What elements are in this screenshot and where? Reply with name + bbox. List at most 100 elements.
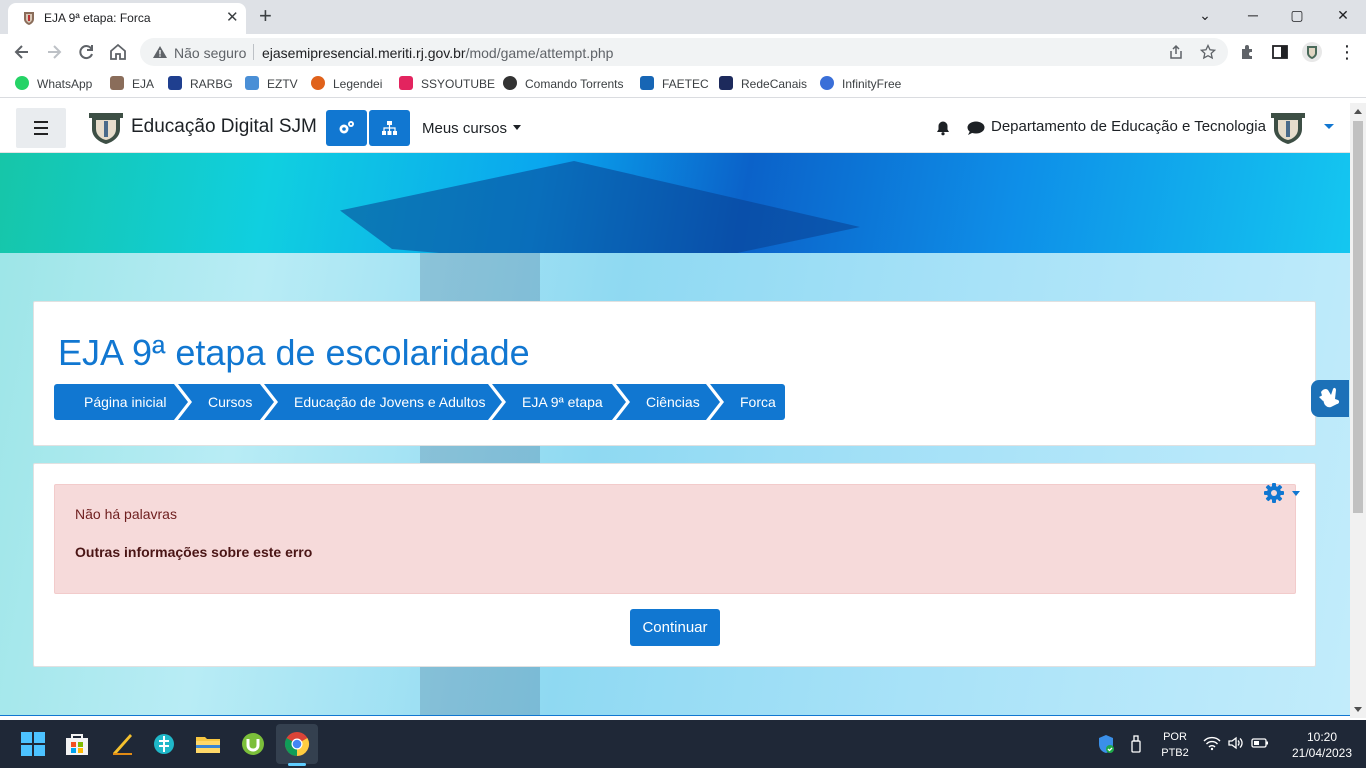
settings-cogs-button[interactable] (326, 110, 367, 146)
error-message: Não há palavras (75, 506, 177, 522)
tab-close-icon[interactable]: ✕ (226, 8, 239, 26)
eztv-icon (245, 76, 259, 90)
chrome-icon[interactable] (281, 728, 313, 760)
breadcrumb-item[interactable]: Página inicial (54, 384, 188, 420)
breadcrumb-item-current[interactable]: Forca (710, 384, 785, 420)
site-name[interactable]: Educação Digital SJM (131, 116, 317, 138)
breadcrumb-item[interactable]: Educação de Jovens e Adultos (264, 384, 502, 420)
active-app-indicator (288, 763, 306, 766)
vlibras-accessibility-button[interactable] (1311, 380, 1349, 417)
tab-search-icon[interactable]: ⌄ (1190, 4, 1220, 26)
continue-button[interactable]: Continuar (630, 609, 720, 646)
clock-time[interactable]: 10:20 (1282, 730, 1362, 744)
forward-arrow-icon[interactable] (41, 39, 67, 65)
gear-icon (1264, 483, 1284, 503)
sitemap-button[interactable] (369, 110, 410, 146)
breadcrumb-item[interactable]: EJA 9ª etapa (492, 384, 626, 420)
winzip-app-icon[interactable] (106, 728, 138, 760)
profile-avatar-icon[interactable] (1302, 42, 1322, 62)
user-menu-chevron-icon[interactable] (1324, 124, 1334, 129)
windows-security-icon[interactable] (1097, 734, 1115, 754)
browser-tab-bar: EJA 9ª etapa: Forca ✕ + ⌄ ─ ▢ ✕ (0, 0, 1366, 34)
omnibox-divider (253, 44, 254, 60)
back-arrow-icon[interactable] (9, 39, 35, 65)
volume-icon[interactable] (1227, 735, 1245, 751)
extensions-puzzle-icon[interactable] (1239, 43, 1257, 61)
warning-triangle-icon[interactable] (152, 44, 168, 60)
cogs-icon (339, 121, 354, 134)
bookmark-infinityfree[interactable]: InfinityFree (820, 76, 901, 91)
scrollbar-thumb[interactable] (1353, 121, 1363, 513)
microsoft-store-icon[interactable] (61, 728, 93, 760)
user-name[interactable]: Departamento de Educação e Tecnologia (991, 118, 1266, 135)
bookmark-ssyoutube[interactable]: SSYOUTUBE (399, 76, 495, 91)
ssyoutube-icon (399, 76, 413, 90)
tab-title: EJA 9ª etapa: Forca (44, 11, 151, 25)
site-crest-icon (24, 12, 34, 25)
page-actions-menu[interactable] (1263, 482, 1303, 504)
notifications-bell-icon[interactable] (935, 120, 951, 136)
bookmark-eja[interactable]: EJA (110, 76, 154, 91)
battery-icon[interactable] (1251, 737, 1269, 749)
drawer-toggle-button[interactable] (16, 108, 66, 148)
bookmarks-bar: WhatsApp EJA RARBG EZTV Legendei SSYOUTU… (0, 70, 1366, 98)
sitemap-icon (382, 121, 397, 135)
error-more-info-link[interactable]: Outras informações sobre este erro (75, 544, 312, 560)
site-navbar: Educação Digital SJM Meus cursos Departa… (0, 103, 1350, 153)
globe-app-icon[interactable] (148, 728, 180, 760)
url-text[interactable]: ejasemipresencial.meriti.rj.gov.br/mod/g… (262, 45, 613, 61)
web-page: Educação Digital SJM Meus cursos Departa… (0, 103, 1350, 716)
bookmark-whatsapp[interactable]: WhatsApp (15, 76, 92, 91)
faetec-icon (640, 76, 654, 90)
side-panel-icon[interactable] (1271, 43, 1289, 61)
sign-language-hands-icon (1319, 387, 1340, 408)
my-courses-menu[interactable]: Meus cursos (422, 120, 522, 137)
bookmark-eztv[interactable]: EZTV (245, 76, 298, 91)
scroll-down-arrow-icon[interactable] (1354, 707, 1362, 712)
bookmark-rarbg[interactable]: RARBG (168, 76, 233, 91)
windows-start-icon[interactable] (17, 728, 49, 760)
windows-taskbar: POR PTB2 10:20 21/04/2023 (0, 720, 1366, 768)
whatsapp-icon (15, 76, 29, 90)
scroll-up-arrow-icon[interactable] (1354, 109, 1362, 114)
close-window-button[interactable]: ✕ (1328, 4, 1358, 26)
browser-toolbar: Não seguro ejasemipresencial.meriti.rj.g… (0, 34, 1366, 70)
browser-menu-icon[interactable]: ⋮ (1334, 39, 1360, 65)
new-tab-button[interactable]: + (259, 3, 272, 29)
chevron-down-icon (513, 125, 522, 130)
breadcrumb-item[interactable]: Ciências (616, 384, 720, 420)
home-icon[interactable] (105, 39, 131, 65)
legendei-icon (311, 76, 325, 90)
infinityfree-icon (820, 76, 834, 90)
bookmark-star-icon[interactable] (1200, 44, 1216, 60)
bookmark-redecanais[interactable]: RedeCanais (719, 76, 807, 91)
language-indicator[interactable]: POR (1159, 731, 1191, 743)
reload-icon[interactable] (73, 39, 99, 65)
chevron-down-icon (1292, 491, 1300, 496)
clock-date[interactable]: 21/04/2023 (1282, 746, 1362, 760)
utorrent-icon[interactable] (237, 728, 269, 760)
comando-torrents-icon (503, 76, 517, 90)
wifi-icon[interactable] (1203, 735, 1221, 751)
page-banner (0, 153, 1350, 253)
address-bar[interactable]: Não seguro ejasemipresencial.meriti.rj.g… (140, 38, 1228, 66)
security-label: Não seguro (174, 45, 247, 61)
page-title: EJA 9ª etapa de escolaridade (58, 332, 530, 373)
site-logo[interactable] (88, 111, 124, 145)
bookmark-legendei[interactable]: Legendei (311, 76, 382, 91)
browser-tab-active[interactable]: EJA 9ª etapa: Forca ✕ (8, 3, 246, 34)
share-icon[interactable] (1168, 44, 1184, 60)
footer-strip (0, 715, 1350, 716)
maximize-button[interactable]: ▢ (1282, 4, 1312, 26)
bookmark-faetec[interactable]: FAETEC (640, 76, 709, 91)
messages-chat-icon[interactable] (967, 121, 985, 136)
usb-device-icon[interactable] (1130, 735, 1142, 753)
keyboard-layout-indicator[interactable]: PTB2 (1159, 747, 1191, 759)
page-scrollbar[interactable] (1350, 103, 1366, 718)
breadcrumb-item[interactable]: Cursos (178, 384, 274, 420)
user-avatar[interactable] (1270, 111, 1306, 145)
minimize-button[interactable]: ─ (1238, 4, 1268, 26)
bookmark-comando-torrents[interactable]: Comando Torrents (503, 76, 624, 91)
file-explorer-icon[interactable] (192, 728, 224, 760)
eja-crest-icon (110, 76, 124, 90)
